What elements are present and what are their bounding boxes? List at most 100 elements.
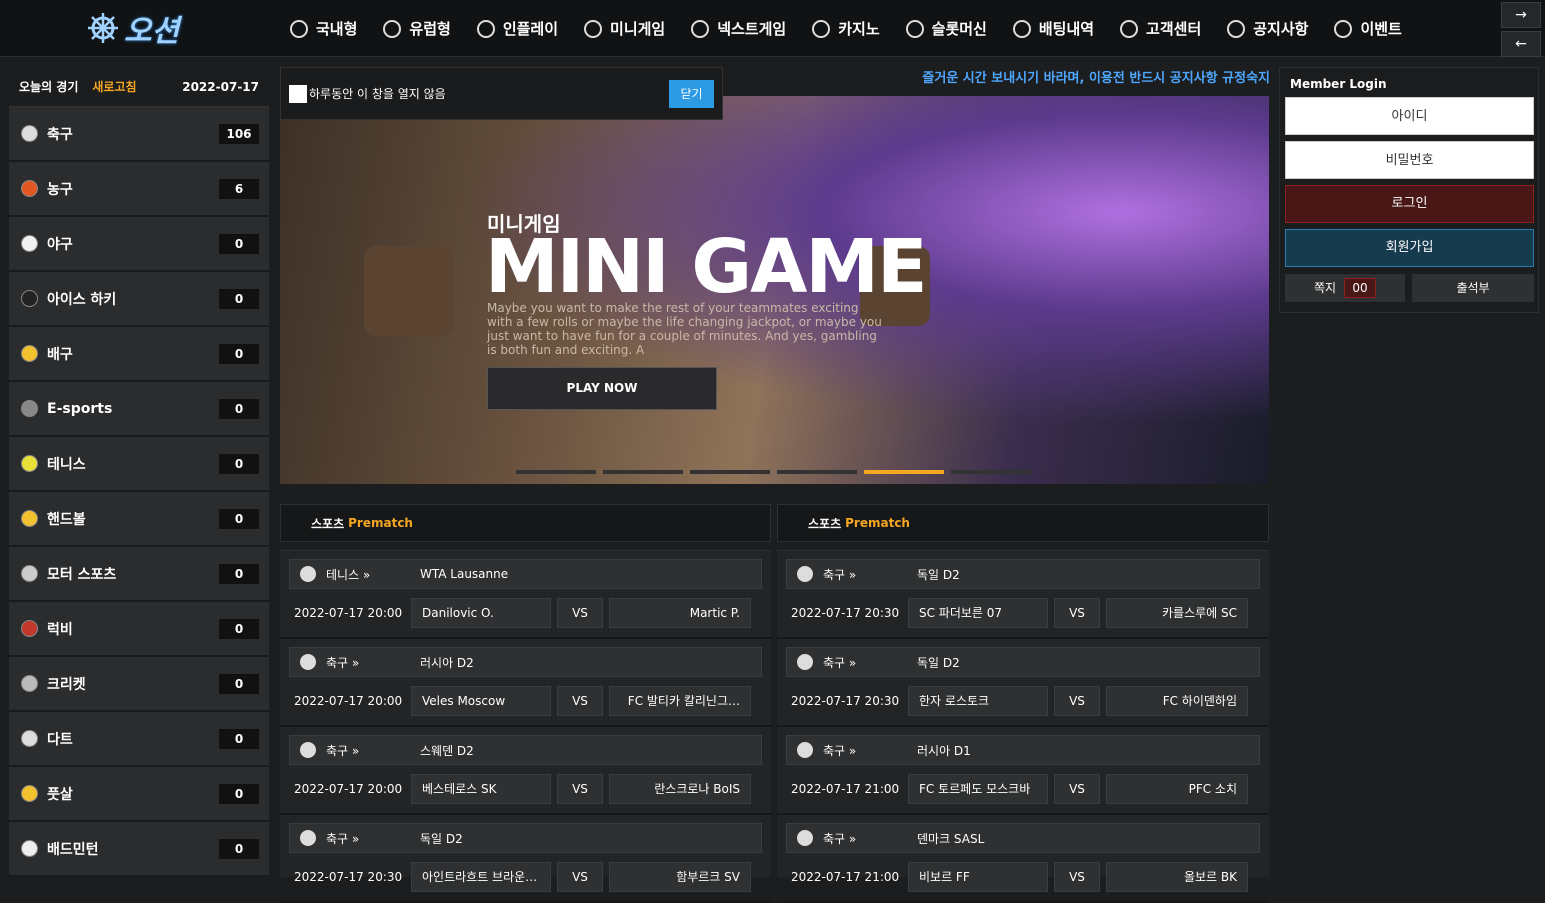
away-team-button[interactable]: FC 발티카 칼리닌그…: [609, 686, 751, 716]
vs-button[interactable]: VS: [557, 774, 603, 804]
vs-button[interactable]: VS: [1054, 774, 1100, 804]
match-time: 2022-07-17 21:00: [791, 870, 900, 884]
sport-item[interactable]: 풋살 0: [9, 767, 269, 822]
attendance-button[interactable]: 출석부: [1412, 274, 1534, 302]
sport-count-badge: 0: [219, 343, 259, 364]
league-bar[interactable]: 축구 » 덴마크 SASL: [786, 823, 1260, 853]
soccer-ball-icon: [300, 742, 316, 758]
panel-title: 스포츠: [311, 516, 345, 531]
nav-item[interactable]: 공지사항: [1227, 18, 1308, 39]
sport-count-badge: 0: [219, 288, 259, 309]
refresh-button[interactable]: 새로고침: [92, 78, 136, 95]
sport-item[interactable]: 크리켓 0: [9, 657, 269, 712]
slider-dot[interactable]: [951, 470, 1031, 474]
nav-item[interactable]: 인플레이: [476, 18, 558, 39]
password-input[interactable]: 비밀번호: [1285, 141, 1534, 179]
sport-icon: [21, 675, 38, 692]
nav-item[interactable]: 유럽형: [383, 18, 451, 39]
nav-item[interactable]: 배팅내역: [1012, 18, 1094, 39]
away-team-button[interactable]: Martic P.: [609, 598, 751, 628]
away-team-button[interactable]: 함부르크 SV: [609, 862, 751, 892]
ship-wheel-icon: [88, 13, 118, 43]
play-now-button[interactable]: PLAY NOW: [487, 367, 717, 410]
sport-item[interactable]: 농구 6: [9, 162, 269, 217]
sport-icon: [21, 785, 38, 802]
soccer-ball-icon: [300, 830, 316, 846]
sport-item[interactable]: 핸드볼 0: [9, 492, 269, 547]
sport-item[interactable]: 모터 스포츠 0: [9, 547, 269, 602]
league-bar[interactable]: 축구 » 독일 D2: [289, 823, 762, 853]
sport-item[interactable]: 야구 0: [9, 217, 269, 272]
sport-icon: [21, 840, 38, 857]
nav-item[interactable]: 이벤트: [1334, 18, 1402, 39]
match-sport: 축구 »: [823, 655, 857, 670]
vs-button[interactable]: VS: [557, 686, 603, 716]
sport-count-badge: 0: [219, 508, 259, 529]
signup-button[interactable]: 회원가입: [1285, 229, 1534, 267]
forward-button[interactable]: →: [1501, 2, 1541, 28]
sport-icon: [21, 345, 38, 362]
league-bar[interactable]: 축구 » 스웨덴 D2: [289, 735, 762, 765]
home-team-button[interactable]: 한자 로스토크: [908, 686, 1048, 716]
away-team-button[interactable]: 올보르 BK: [1106, 862, 1248, 892]
match-row: 2022-07-17 20:00 베스테로스 SK VS 란스크로나 BoIS: [289, 774, 762, 804]
nav-item-label: 고객센터: [1146, 20, 1202, 38]
nav-item-label: 넥스트게임: [717, 20, 787, 38]
sport-item[interactable]: 배드민턴 0: [9, 822, 269, 877]
league-bar[interactable]: 축구 » 러시아 D1: [786, 735, 1260, 765]
vs-button[interactable]: VS: [1054, 686, 1100, 716]
nav-item[interactable]: 미니게임: [584, 18, 665, 39]
home-team-button[interactable]: SC 파더보른 07: [908, 598, 1048, 628]
home-team-button[interactable]: Veles Moscow: [411, 686, 551, 716]
panel-tag: Prematch: [348, 516, 413, 530]
nav-item-label: 공지사항: [1253, 20, 1309, 38]
panel-title: 스포츠: [808, 516, 842, 531]
prematch-panel-header: 스포츠 Prematch: [280, 504, 771, 542]
home-team-button[interactable]: 아인트라흐트 브라운…: [411, 862, 551, 892]
nav-item[interactable]: 넥스트게임: [691, 18, 786, 39]
away-team-button[interactable]: 란스크로나 BoIS: [609, 774, 751, 804]
site-logo[interactable]: 오션: [86, 6, 196, 50]
home-team-button[interactable]: 베스테로스 SK: [411, 774, 551, 804]
back-button[interactable]: ←: [1501, 31, 1541, 57]
away-team-button[interactable]: PFC 소치: [1106, 774, 1248, 804]
sport-item[interactable]: 테니스 0: [9, 437, 269, 492]
nav-item[interactable]: 국내형: [290, 18, 357, 39]
sport-item[interactable]: 배구 0: [9, 327, 269, 382]
league-bar[interactable]: 축구 » 독일 D2: [786, 647, 1260, 677]
match-item: 축구 » 독일 D2 2022-07-17 20:30 아인트라흐트 브라운… VS 함부…: [280, 815, 771, 903]
sport-item[interactable]: E-sports 0: [9, 382, 269, 437]
messages-button[interactable]: 쪽지 00: [1285, 274, 1405, 302]
sport-item[interactable]: 럭비 0: [9, 602, 269, 657]
slider-dot[interactable]: [603, 470, 683, 474]
nav-item[interactable]: 카지노: [812, 18, 880, 39]
sport-item[interactable]: 다트 0: [9, 712, 269, 767]
league-bar[interactable]: 축구 » 러시아 D2: [289, 647, 762, 677]
slider-dot[interactable]: [516, 470, 596, 474]
sport-count-badge: 0: [219, 618, 259, 639]
match-league: 러시아 D1: [917, 743, 971, 758]
sport-item[interactable]: 아이스 하키 0: [9, 272, 269, 327]
sport-item[interactable]: 축구 106: [9, 107, 269, 162]
dont-show-checkbox[interactable]: [289, 84, 307, 103]
home-team-button[interactable]: 비보르 FF: [908, 862, 1048, 892]
vs-button[interactable]: VS: [1054, 862, 1100, 892]
away-team-button[interactable]: FC 하이덴하임: [1106, 686, 1248, 716]
league-bar[interactable]: 테니스 » WTA Lausanne: [289, 559, 762, 589]
slider-dot-active[interactable]: [864, 470, 944, 474]
vs-button[interactable]: VS: [557, 862, 603, 892]
nav-item[interactable]: 고객센터: [1120, 18, 1201, 39]
slider-dot[interactable]: [777, 470, 857, 474]
headset-icon: [1120, 19, 1139, 38]
nav-item[interactable]: 슬롯머신: [905, 18, 987, 39]
slider-dot[interactable]: [690, 470, 770, 474]
popup-close-button[interactable]: 닫기: [669, 79, 714, 108]
vs-button[interactable]: VS: [1054, 598, 1100, 628]
league-bar[interactable]: 축구 » 독일 D2: [786, 559, 1260, 589]
login-button[interactable]: 로그인: [1285, 185, 1534, 223]
username-input[interactable]: 아이디: [1285, 97, 1534, 135]
home-team-button[interactable]: Danilovic O.: [411, 598, 551, 628]
home-team-button[interactable]: FC 토르페도 모스크바: [908, 774, 1048, 804]
vs-button[interactable]: VS: [557, 598, 603, 628]
away-team-button[interactable]: 카를스루에 SC: [1106, 598, 1248, 628]
